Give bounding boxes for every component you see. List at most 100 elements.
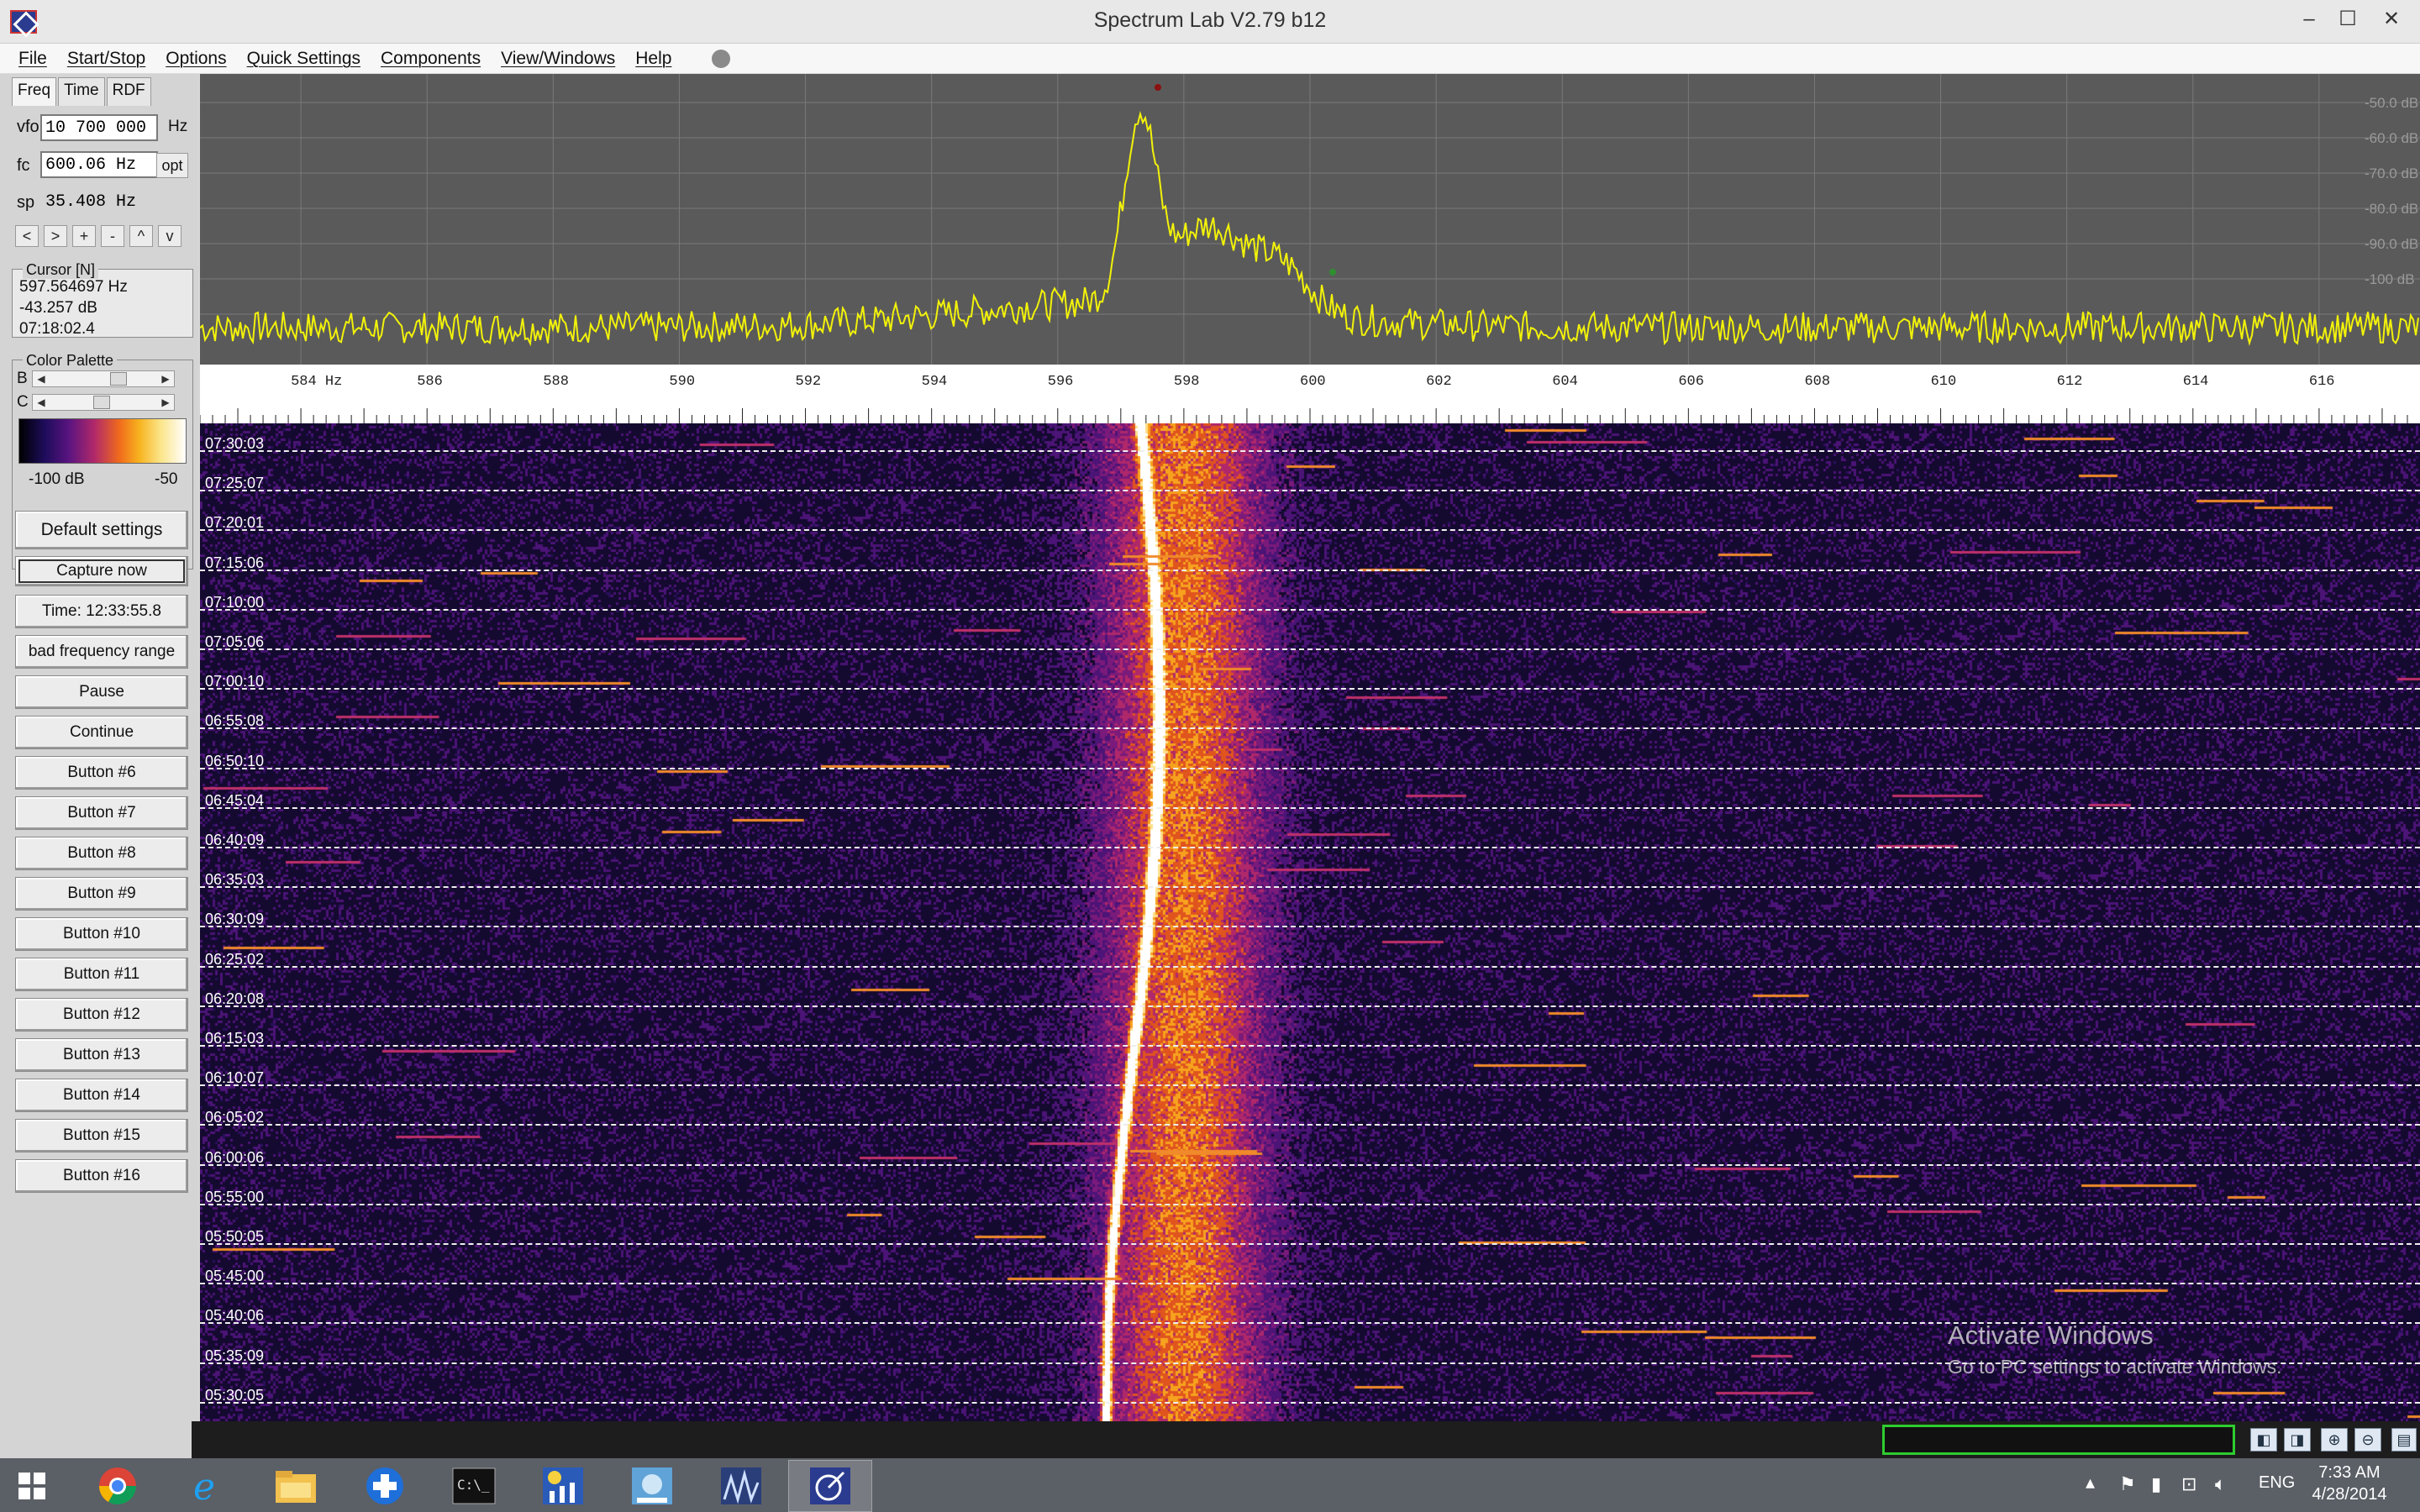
system-clock[interactable]: 7:33 AM 4/28/2014 [2299,1462,2400,1505]
spectrum-scope-icon[interactable] [699,1460,783,1512]
volume-icon[interactable]: 🔈︎ [2215,1473,2226,1495]
vfo-label: vfo [17,118,39,136]
network-tray-icon[interactable]: ⊡ [2181,1473,2196,1495]
command-prompt-icon[interactable]: C:\_ [432,1460,516,1512]
menu-quick-settings[interactable]: Quick Settings [247,49,360,69]
vfo-field[interactable]: 10 700 000 [40,114,158,141]
contrast-thumb[interactable] [93,396,110,409]
chrome-icon[interactable] [76,1460,160,1512]
default-settings-button[interactable]: Default settings [15,511,188,549]
language-indicator[interactable]: ENG [2259,1473,2295,1493]
db-label: -80.0 dB [2365,201,2418,217]
bad-frequency-range-button[interactable]: bad frequency range [15,635,188,669]
button-13[interactable]: Button #13 [15,1038,188,1072]
menu-file[interactable]: File [18,49,47,69]
time-marker-line [200,1401,2420,1404]
db-label: -50.0 dB [2365,95,2418,111]
button-11[interactable]: Button #11 [15,958,188,991]
pause-button[interactable]: Pause [15,675,188,709]
capture-now-button[interactable]: Capture now [15,556,188,586]
button-8[interactable]: Button #8 [15,837,188,870]
brightness-left-arrow-icon[interactable]: ◀ [33,371,50,386]
svg-text:C:\_: C:\_ [457,1477,490,1493]
color-palette-bar[interactable] [18,418,187,464]
contrast-right-arrow-icon[interactable]: ▶ [157,395,174,410]
zoom-out-button[interactable]: - [101,225,124,247]
contrast-left-arrow-icon[interactable]: ◀ [33,395,50,410]
menu-options[interactable]: Options [166,49,226,69]
file-explorer-icon[interactable] [254,1460,338,1512]
page-left-icon[interactable]: ◧ [2250,1428,2277,1452]
time-marker-label: 06:15:03 [205,1030,265,1047]
frequency-axis[interactable]: 584 Hz 586 588 590 592 594 596 598 600 602 604 606 6… [200,365,2420,423]
settings-panel-icon[interactable]: ▤ [2391,1428,2417,1452]
tab-freq[interactable]: Freq [12,77,57,106]
spectrum-lab-icon[interactable] [788,1460,872,1512]
record-indicator-icon[interactable] [712,49,731,68]
scroll-right-button[interactable]: > [44,225,67,247]
button-14[interactable]: Button #14 [15,1079,188,1112]
time-marker-line [200,490,2420,492]
sp-field[interactable]: 35.408 Hz [40,188,158,215]
menu-start-stop[interactable]: Start/Stop [67,49,145,69]
scale-down-button[interactable]: v [158,225,182,247]
time-marker-line [200,965,2420,968]
waterfall-canvas[interactable] [200,423,2420,1421]
time-marker-label: 07:30:03 [205,435,265,452]
frequency-tick-label: 598 [1174,374,1200,390]
menu-components[interactable]: Components [381,49,481,69]
zoom-in-button[interactable]: + [72,225,96,247]
internet-explorer-icon[interactable]: e [165,1460,249,1512]
scroll-left-button[interactable]: < [15,225,39,247]
close-button[interactable]: ✕ [2375,3,2408,37]
button-10[interactable]: Button #10 [15,917,188,951]
button-15[interactable]: Button #15 [15,1119,188,1152]
time-marker-label: 07:05:06 [205,633,265,650]
brightness-slider[interactable]: B ◀ ▶ [17,370,175,388]
maximize-button[interactable]: ☐ [2331,3,2365,37]
button-6[interactable]: Button #6 [15,756,188,790]
button-7[interactable]: Button #7 [15,796,188,830]
brightness-right-arrow-icon[interactable]: ▶ [157,371,174,386]
time-button[interactable]: Time: 12:33:55.8 [15,595,188,628]
spectrum-display[interactable]: -50.0 dB -60.0 dB -70.0 dB -80.0 dB -90.0 dB… [200,74,2420,365]
action-center-icon[interactable]: ⚑ [2119,1473,2136,1495]
time-marker-line [200,1283,2420,1285]
panel-tabs: Freq Time RDF [12,77,153,106]
fc-field[interactable]: 600.06 Hz [40,151,158,178]
brightness-thumb[interactable] [110,372,127,386]
scale-up-button[interactable]: ^ [129,225,153,247]
tab-rdf[interactable]: RDF [106,77,151,106]
opt-button[interactable]: opt [156,153,188,178]
menu-view-windows[interactable]: View/Windows [501,49,615,69]
menu-help[interactable]: Help [635,49,671,69]
zoom-out-icon[interactable]: ⊖ [2354,1428,2381,1452]
time-marker-label: 05:35:09 [205,1347,265,1364]
time-marker-label: 07:25:07 [205,475,265,492]
helper-app-icon[interactable] [343,1460,427,1512]
continue-button[interactable]: Continue [15,716,188,749]
button-12[interactable]: Button #12 [15,998,188,1032]
minimize-button[interactable]: – [2292,3,2326,37]
battery-icon[interactable]: ▮ [2151,1473,2161,1495]
weather-chart-icon[interactable] [521,1460,605,1512]
zoom-in-icon[interactable]: ⊕ [2321,1428,2348,1452]
start-icon[interactable] [0,1460,64,1512]
tray-expand-icon[interactable]: ▴ [2086,1472,2095,1494]
button-9[interactable]: Button #9 [15,877,188,911]
status-left-panel [0,1421,192,1458]
db-label: -60.0 dB [2365,130,2418,146]
brightness-track[interactable]: ◀ ▶ [32,370,175,387]
page-right-icon[interactable]: ◨ [2284,1428,2311,1452]
time-marker-label: 06:30:09 [205,911,265,928]
waterfall-display[interactable]: 07:30:03 07:25:07 07:20:01 07:15:06 07:10:00… [200,423,2420,1421]
time-marker-label: 07:00:10 [205,673,265,690]
contrast-track[interactable]: ◀ ▶ [32,394,175,411]
button-16[interactable]: Button #16 [15,1159,188,1193]
frequency-tick-label: 584 Hz [291,374,342,390]
network-icon[interactable] [610,1460,694,1512]
spectrum-plot[interactable]: -50.0 dB -60.0 dB -70.0 dB -80.0 dB -90.0 dB… [200,74,2420,365]
tab-time[interactable]: Time [58,77,105,106]
frequency-tick-label: 614 [2183,374,2209,390]
contrast-slider[interactable]: C ◀ ▶ [17,393,175,412]
